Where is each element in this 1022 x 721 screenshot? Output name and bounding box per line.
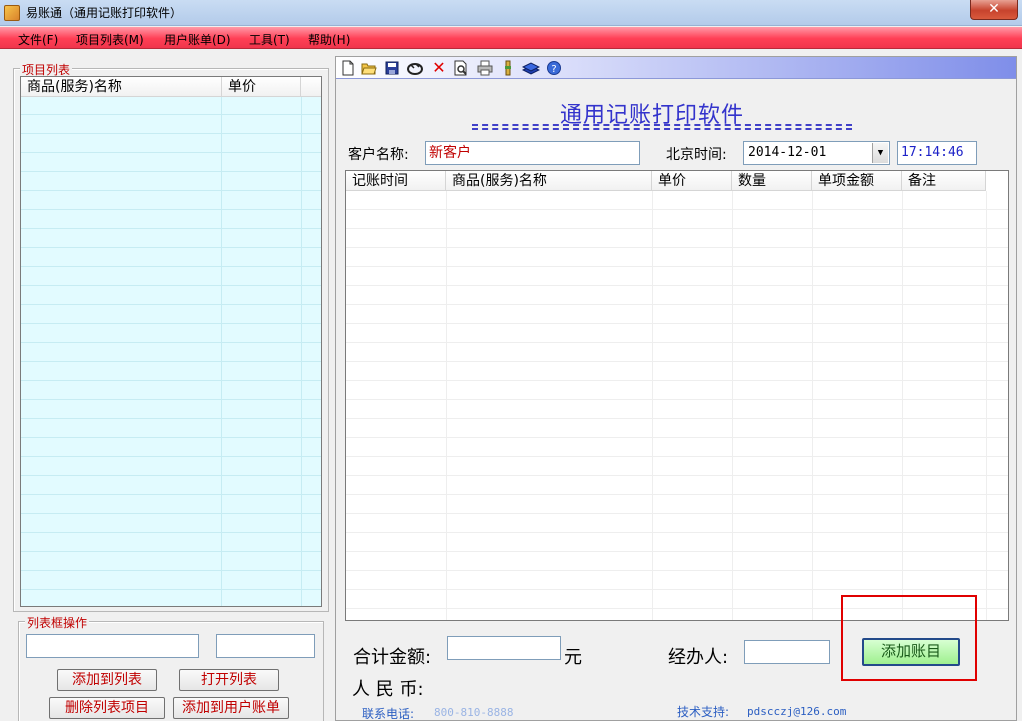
item-list-header: 商品(服务)名称 单价 (21, 77, 321, 97)
rmb-label: 人 民 币: (352, 679, 424, 700)
column-separator (446, 191, 447, 620)
open-folder-icon[interactable] (361, 60, 377, 76)
app-icon (4, 5, 20, 21)
window-title: 易账通（通用记账打印软件） (26, 6, 183, 20)
tool-icon[interactable] (500, 60, 516, 76)
svg-text:?: ? (551, 64, 556, 75)
print-icon[interactable] (477, 60, 493, 76)
total-label: 合计金额: (353, 647, 432, 668)
item-list[interactable]: 商品(服务)名称 单价 (20, 76, 322, 607)
print-preview-icon[interactable] (453, 60, 469, 76)
column-separator (812, 191, 813, 620)
support-label: 技术支持: (677, 705, 730, 719)
total-amount-input[interactable] (447, 636, 561, 660)
date-picker[interactable]: 2014-12-01 ▼ (743, 141, 890, 165)
support-value[interactable]: pdscczj@126.com (747, 705, 846, 718)
add-entry-button[interactable]: 添加账目 (862, 638, 960, 666)
column-header-price[interactable]: 单价 (222, 77, 301, 97)
close-button[interactable]: ✕ (970, 0, 1018, 20)
column-separator (986, 191, 987, 620)
column-separator (902, 191, 903, 620)
date-value: 2014-12-01 (748, 145, 827, 160)
title-underline (472, 124, 852, 130)
books-icon[interactable] (521, 60, 541, 76)
contact-value: 800-810-8888 (434, 706, 514, 719)
time-field[interactable]: 17:14:46 (897, 141, 977, 165)
time-label: 北京时间: (666, 147, 727, 163)
column-header-name[interactable]: 商品(服务)名称 (446, 171, 652, 191)
save-icon[interactable] (384, 60, 400, 76)
chevron-down-icon[interactable]: ▼ (872, 143, 888, 163)
delete-icon[interactable]: ✕ (431, 60, 447, 76)
edit-icon[interactable] (406, 60, 423, 76)
menu-file[interactable]: 文件(F) (18, 31, 58, 48)
column-separator (301, 97, 302, 606)
column-header-name[interactable]: 商品(服务)名称 (21, 77, 222, 97)
handler-input[interactable] (744, 640, 830, 664)
bill-grid[interactable]: 记账时间 商品(服务)名称 单价 数量 单项金额 备注 (345, 170, 1009, 621)
delete-item-button[interactable]: 删除列表项目 (49, 697, 165, 719)
column-header-quantity[interactable]: 数量 (732, 171, 812, 191)
menu-tools[interactable]: 工具(T) (249, 31, 290, 48)
toolbar: ✕ ? (336, 57, 1016, 79)
new-file-icon[interactable] (340, 60, 356, 76)
item-name-input[interactable] (26, 634, 199, 658)
customer-label: 客户名称: (348, 147, 409, 163)
menu-bar: 文件(F) 项目列表(M) 用户账单(D) 工具(T) 帮助(H) (0, 27, 1022, 49)
help-icon[interactable]: ? (546, 60, 562, 76)
add-to-list-button[interactable]: 添加到列表 (57, 669, 157, 691)
menu-help[interactable]: 帮助(H) (308, 31, 350, 48)
column-separator (732, 191, 733, 620)
open-list-button[interactable]: 打开列表 (179, 669, 279, 691)
column-header-price[interactable]: 单价 (652, 171, 732, 191)
item-price-input[interactable] (216, 634, 315, 658)
yuan-label: 元 (564, 647, 582, 668)
column-separator (221, 97, 222, 606)
contact-label: 联系电话: (362, 707, 415, 721)
list-ops-group-label: 列表框操作 (25, 614, 90, 631)
column-header-time[interactable]: 记账时间 (346, 171, 446, 191)
column-header-amount[interactable]: 单项金额 (812, 171, 902, 191)
column-separator (652, 191, 653, 620)
menu-item-list[interactable]: 项目列表(M) (76, 31, 144, 48)
handler-label: 经办人: (668, 647, 729, 668)
customer-name-input[interactable]: 新客户 (425, 141, 640, 165)
menu-user-bill[interactable]: 用户账单(D) (164, 31, 231, 48)
column-header-note[interactable]: 备注 (902, 171, 986, 191)
bill-grid-header: 记账时间 商品(服务)名称 单价 数量 单项金额 备注 (346, 171, 986, 191)
add-to-bill-button[interactable]: 添加到用户账单 (173, 697, 289, 719)
